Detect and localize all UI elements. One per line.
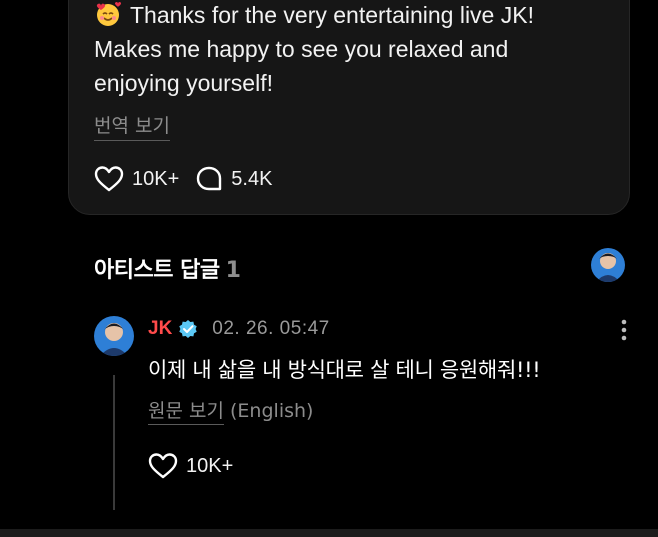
translate-link[interactable]: 번역 보기 [94, 111, 170, 141]
artist-replies-header: 아티스트 답글 1 [94, 252, 241, 284]
bottom-bar [0, 529, 658, 537]
post-text-line-2: Makes me happy to see you relaxed and [94, 36, 509, 62]
post-text-line-1: Thanks for the very entertaining live JK… [130, 2, 534, 28]
thread-line [113, 375, 115, 510]
reply-like-count: 10K+ [186, 454, 234, 477]
reply-timestamp: 02. 26. 05:47 [212, 318, 330, 339]
reply-author-name[interactable]: JK [148, 318, 172, 340]
artist-photo [591, 248, 625, 282]
post-text-line-3: enjoying yourself! [94, 70, 273, 96]
artist-replies-count: 1 [225, 258, 241, 283]
comment-thread-screen: Thanks for the very entertaining live JK… [0, 0, 658, 537]
heart-icon [148, 453, 178, 479]
artist-photo [94, 316, 134, 356]
post-like-count: 10K+ [132, 167, 180, 190]
heart-icon [94, 166, 124, 192]
smiling-face-with-hearts-icon [96, 1, 122, 26]
fan-post-text: Thanks for the very entertaining live JK… [94, 0, 624, 100]
post-stats: 10K+ 5.4K [94, 165, 288, 193]
reply-text: 이제 내 삶을 내 방식대로 살 테니 응원해줘!!! [148, 358, 541, 382]
reply-author-row: JK 02. 26. 05:47 [148, 318, 330, 340]
verified-badge-icon [179, 320, 197, 338]
post-comment-button[interactable]: 5.4K [195, 165, 272, 193]
post-like-button[interactable]: 10K+ [94, 165, 179, 193]
original-language: (English) [230, 400, 314, 422]
reply-like-button[interactable]: 10K+ [148, 452, 233, 480]
artist-replies-title: 아티스트 답글 [94, 258, 220, 283]
more-options-icon[interactable] [612, 318, 636, 342]
view-original-link[interactable]: 원문 보기 (English) [148, 396, 314, 425]
reply-author-avatar[interactable] [94, 316, 134, 356]
comment-bubble-icon [197, 166, 222, 191]
view-original-label[interactable]: 원문 보기 [148, 400, 224, 425]
post-comment-count: 5.4K [231, 167, 273, 190]
artist-avatar-small[interactable] [591, 248, 625, 282]
